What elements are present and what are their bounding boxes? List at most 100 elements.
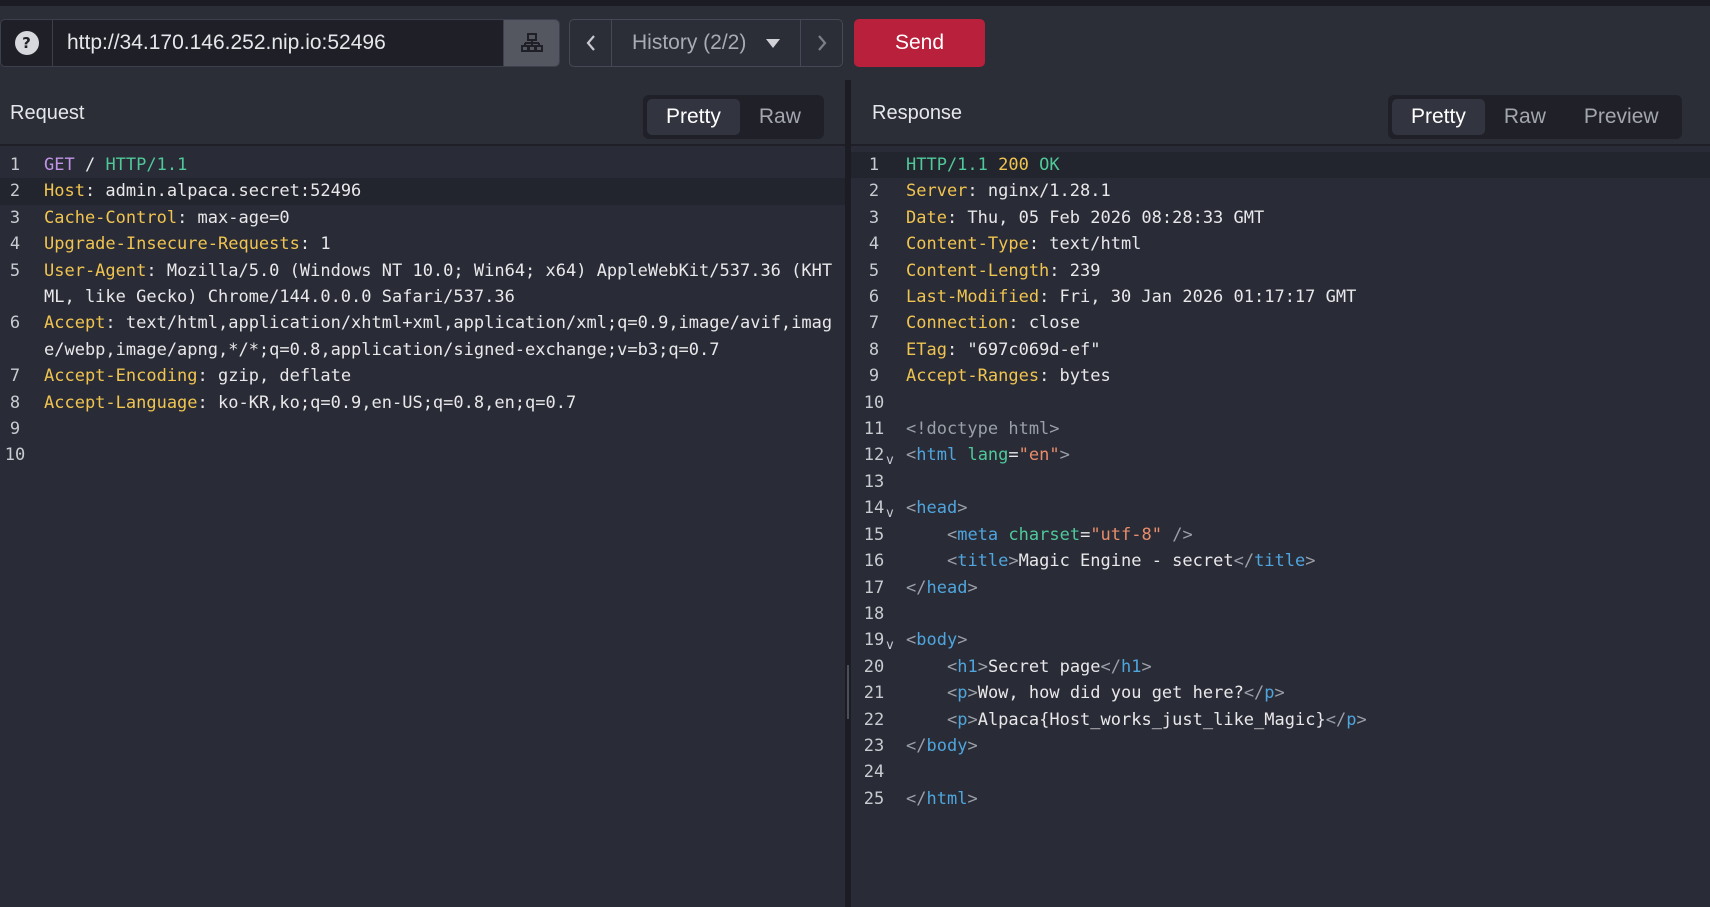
- history-prev-button[interactable]: [570, 20, 612, 66]
- code-token: html: [926, 788, 968, 809]
- code-text: <meta charset="utf-8" />: [906, 522, 1710, 548]
- code-line: 13: [851, 469, 1710, 495]
- line-number-text: 22: [863, 709, 885, 730]
- line-number-text: 7: [9, 366, 21, 387]
- code-token: body: [926, 735, 968, 756]
- request-editor[interactable]: 1 GET / HTTP/1.1 2 Host: admin.alpaca.secre…: [0, 152, 845, 469]
- code-token: : "697c069d-ef": [946, 339, 1101, 360]
- code-line: 10: [851, 390, 1710, 416]
- tab-request-raw[interactable]: Raw: [740, 99, 820, 135]
- code-text: Cache-Control: max-age=0: [44, 205, 845, 231]
- response-viewer[interactable]: 1 HTTP/1.1 200 OK 2 Server: nginx/1.28.1 3 Da…: [851, 152, 1710, 812]
- send-button[interactable]: Send: [854, 19, 985, 67]
- tab-response-preview[interactable]: Preview: [1565, 99, 1678, 135]
- line-number: 12 v: [851, 442, 906, 468]
- code-line: 16 <title>Magic Engine - secret</title>: [851, 548, 1710, 574]
- code-token: body: [916, 630, 958, 651]
- code-token: </: [906, 788, 927, 809]
- line-number-text: 5: [868, 260, 880, 281]
- code-text: <title>Magic Engine - secret</title>: [906, 548, 1710, 574]
- code-token: >: [1274, 683, 1285, 704]
- line-number: 24: [851, 759, 906, 785]
- history-label: History (2/2): [632, 31, 747, 54]
- code-text: </html>: [906, 786, 1710, 812]
- code-token: =: [1008, 445, 1019, 466]
- code-line: 21 <p>Wow, how did you get here?</p>: [851, 680, 1710, 706]
- history-dropdown[interactable]: History (2/2): [612, 20, 800, 66]
- code-line: 4 Upgrade-Insecure-Requests: 1: [0, 231, 845, 257]
- url-input[interactable]: [53, 20, 503, 66]
- line-number-text: 8: [9, 392, 21, 413]
- line-number-text: 2: [868, 181, 880, 202]
- code-token: : text/html: [1028, 234, 1142, 255]
- code-token: : nginx/1.28.1: [967, 181, 1111, 202]
- code-token: p: [1346, 709, 1357, 730]
- code-line: 22 <p>Alpaca{Host_works_just_like_Magic}…: [851, 707, 1710, 733]
- line-number-text: 1: [868, 155, 880, 175]
- code-token: Accept-Language: [44, 392, 198, 413]
- line-number: 6: [0, 310, 44, 363]
- line-number: 25: [851, 786, 906, 812]
- line-number-text: 11: [863, 419, 885, 440]
- code-token: <: [946, 709, 958, 730]
- code-token: >: [977, 656, 988, 677]
- help-button[interactable]: ?: [1, 20, 53, 66]
- line-number: 1: [0, 152, 44, 178]
- code-token: >: [1008, 551, 1019, 572]
- line-number: 8: [851, 337, 906, 363]
- code-line: 8 ETag: "697c069d-ef": [851, 337, 1710, 363]
- line-number: 15: [851, 522, 906, 548]
- line-number: 23: [851, 733, 906, 759]
- code-line: 5 User-Agent: Mozilla/5.0 (Windows NT 10.…: [0, 258, 845, 311]
- code-line: 2 Host: admin.alpaca.secret:52496: [0, 178, 845, 205]
- line-number-text: 7: [868, 313, 880, 334]
- line-number: 9: [851, 363, 906, 389]
- tab-request-pretty[interactable]: Pretty: [647, 99, 740, 135]
- code-text: Last-Modified: Fri, 30 Jan 2026 01:17:17…: [906, 284, 1710, 310]
- code-text: Accept: text/html,application/xhtml+xml,…: [44, 310, 845, 363]
- code-token: </: [1243, 683, 1265, 704]
- code-token: >: [1141, 656, 1152, 677]
- code-token: OK: [1039, 155, 1060, 175]
- history-navigator: History (2/2): [569, 19, 843, 67]
- code-token: >: [967, 683, 978, 704]
- code-token: HTTP/1.1: [105, 155, 188, 175]
- tab-response-raw[interactable]: Raw: [1485, 99, 1565, 135]
- code-line: 9: [0, 416, 845, 442]
- code-token: <: [946, 551, 958, 572]
- code-token: title: [957, 551, 1009, 572]
- code-token: html: [916, 445, 958, 466]
- code-token: Date: [906, 207, 947, 228]
- code-text: ETag: "697c069d-ef": [906, 337, 1710, 363]
- code-line: 17 </head>: [851, 575, 1710, 601]
- code-token: />: [1172, 524, 1193, 545]
- tab-response-pretty[interactable]: Pretty: [1392, 99, 1485, 135]
- code-text: <p>Alpaca{Host_works_just_like_Magic}</p…: [906, 707, 1710, 733]
- line-number: 7: [0, 363, 44, 389]
- code-token: >: [1305, 551, 1316, 572]
- line-number: 1: [851, 152, 906, 178]
- code-text: Server: nginx/1.28.1: [906, 178, 1710, 204]
- line-number: 2: [0, 178, 44, 204]
- code-token: : admin.alpaca.secret:52496: [84, 181, 362, 202]
- line-number: 21: [851, 680, 906, 706]
- site-map-button[interactable]: [503, 20, 559, 66]
- response-pane: Response Pretty Raw Preview 1 HTTP/1.1 20…: [851, 80, 1710, 907]
- code-token: <: [946, 524, 958, 545]
- line-number-text: 10: [863, 392, 885, 413]
- code-line: 3 Date: Thu, 05 Feb 2026 08:28:33 GMT: [851, 205, 1710, 231]
- history-next-button[interactable]: [800, 20, 842, 66]
- line-number: 4: [0, 231, 44, 257]
- code-line: 8 Accept-Language: ko-KR,ko;q=0.9,en-US;q…: [0, 390, 845, 416]
- line-number: 14 v: [851, 495, 906, 521]
- splitter-grip[interactable]: [847, 665, 849, 719]
- code-line: 4 Content-Type: text/html: [851, 231, 1710, 257]
- code-line: 2 Server: nginx/1.28.1: [851, 178, 1710, 204]
- code-token: Accept-Ranges: [906, 366, 1040, 387]
- code-line: 18: [851, 601, 1710, 627]
